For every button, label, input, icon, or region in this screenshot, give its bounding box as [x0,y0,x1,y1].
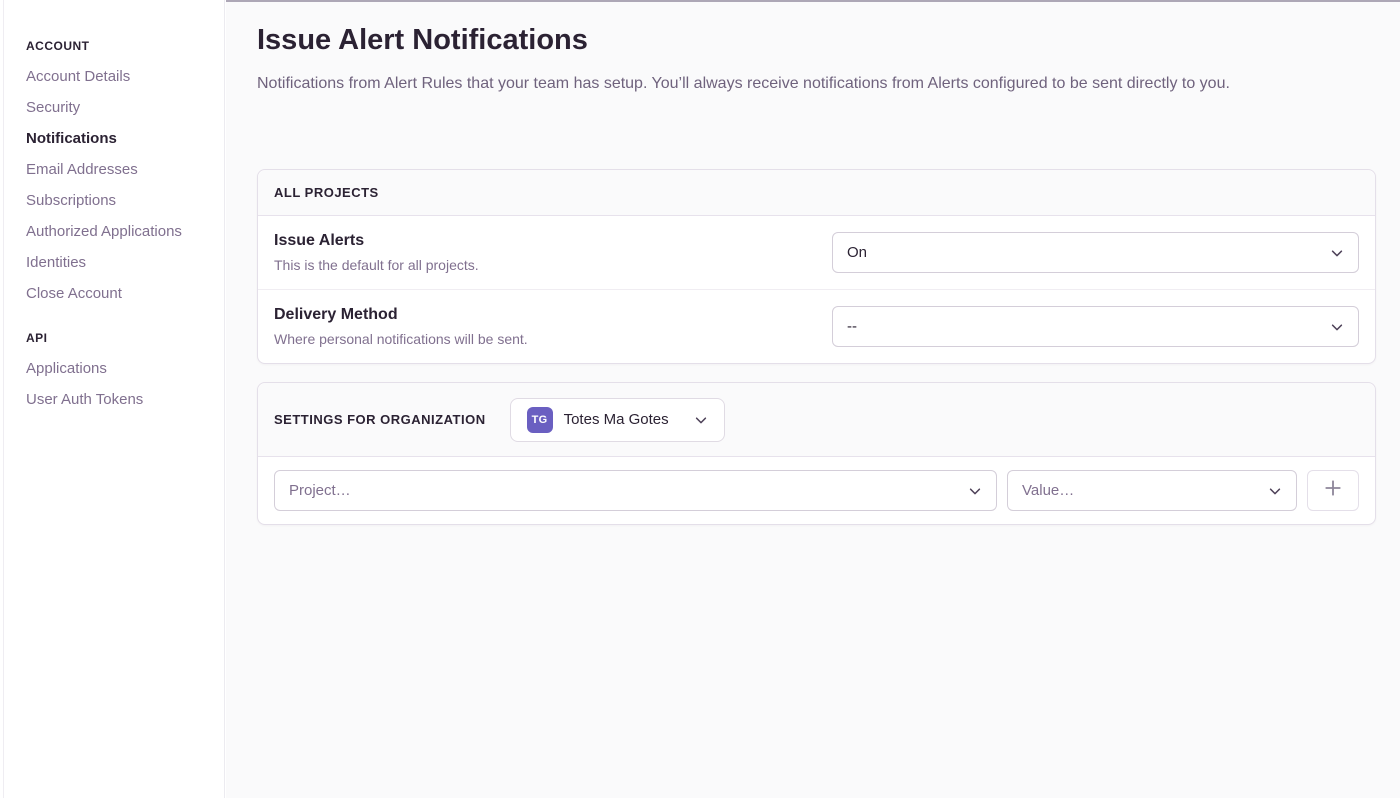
settings-main-area: Issue Alert Notifications Notifications … [226,0,1400,798]
delivery-method-select-value: -- [847,318,857,335]
page-title: Issue Alert Notifications [257,22,1376,58]
sidebar-item-identities[interactable]: Identities [26,247,224,278]
sidebar-item-close-account[interactable]: Close Account [26,278,224,309]
sidebar-section-account: ACCOUNT [26,30,224,61]
project-select-placeholder: Project… [289,482,351,499]
chevron-down-icon [1268,484,1282,498]
sidebar-item-applications[interactable]: Applications [26,353,224,384]
organization-panel-header-label: SETTINGS FOR ORGANIZATION [274,412,486,427]
delivery-method-row: Delivery Method Where personal notificat… [258,289,1375,363]
organization-settings-panel: SETTINGS FOR ORGANIZATION TG Totes Ma Go… [257,382,1376,525]
delivery-method-description: Where personal notifications will be sen… [274,331,528,347]
organization-panel-header: SETTINGS FOR ORGANIZATION TG Totes Ma Go… [258,383,1375,457]
issue-alerts-labels: Issue Alerts This is the default for all… [274,232,479,273]
sidebar-item-account-details[interactable]: Account Details [26,61,224,92]
page-subtitle: Notifications from Alert Rules that your… [257,74,1376,94]
add-project-override-button[interactable] [1307,470,1359,511]
value-select-placeholder: Value… [1022,482,1074,499]
organization-selector[interactable]: TG Totes Ma Gotes [510,398,725,442]
plus-icon [1324,479,1342,502]
issue-alerts-select-value: On [847,244,867,261]
sidebar-item-notifications[interactable]: Notifications [26,123,224,154]
sidebar-section-api: API [26,322,224,353]
delivery-method-labels: Delivery Method Where personal notificat… [274,306,528,347]
sidebar-section-gap [26,309,224,322]
issue-alerts-description: This is the default for all projects. [274,257,479,273]
issue-alerts-row: Issue Alerts This is the default for all… [258,216,1375,289]
chevron-down-icon [968,484,982,498]
delivery-method-label: Delivery Method [274,306,528,324]
chevron-down-icon [1330,246,1344,260]
project-select[interactable]: Project… [274,470,997,511]
value-select[interactable]: Value… [1007,470,1297,511]
issue-alerts-label: Issue Alerts [274,232,479,250]
sidebar-item-email-addresses[interactable]: Email Addresses [26,154,224,185]
project-filter-row: Project… Value… [258,457,1375,524]
left-scrollbar-track [3,0,4,798]
all-projects-panel: ALL PROJECTS Issue Alerts This is the de… [257,169,1376,364]
sidebar-item-security[interactable]: Security [26,92,224,123]
sidebar-item-authorized-applications[interactable]: Authorized Applications [26,216,224,247]
sidebar-item-subscriptions[interactable]: Subscriptions [26,185,224,216]
issue-alerts-select[interactable]: On [832,232,1359,273]
organization-avatar: TG [527,407,553,433]
settings-sidebar: ACCOUNT Account Details Security Notific… [0,0,225,798]
chevron-down-icon [1330,320,1344,334]
organization-name: Totes Ma Gotes [564,411,669,428]
all-projects-panel-header: ALL PROJECTS [258,170,1375,216]
delivery-method-select[interactable]: -- [832,306,1359,347]
chevron-down-icon [694,413,708,427]
sidebar-item-user-auth-tokens[interactable]: User Auth Tokens [26,384,224,415]
